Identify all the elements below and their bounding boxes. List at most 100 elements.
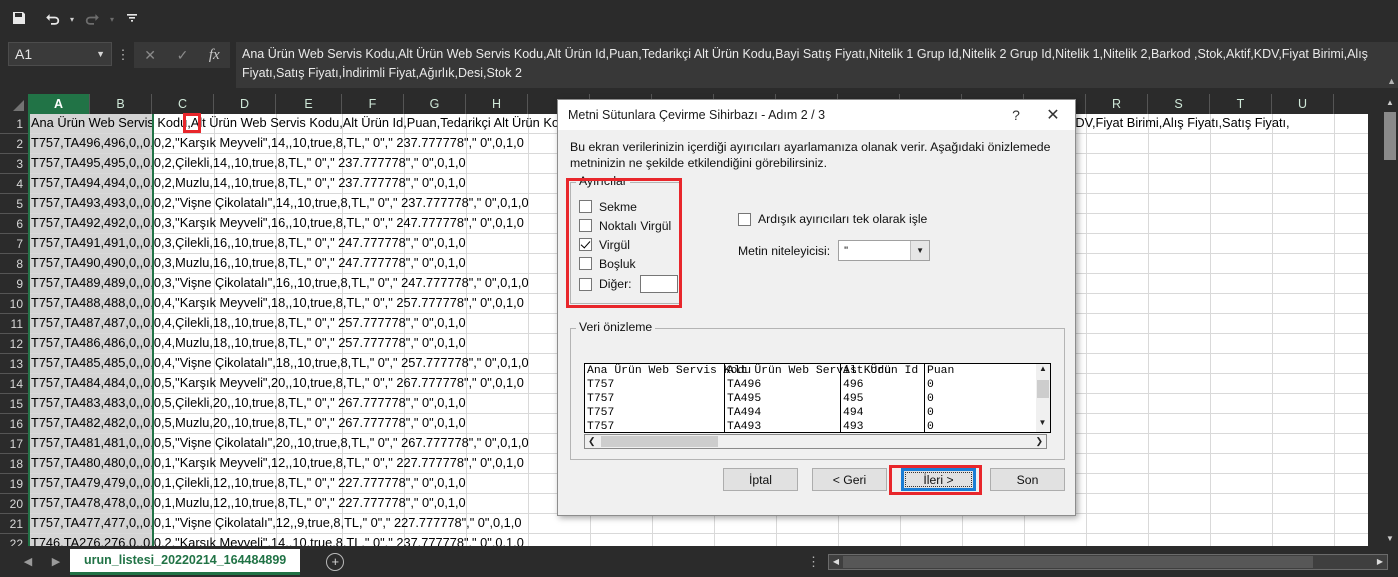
row-header-9[interactable]: 9 <box>0 274 28 294</box>
column-header-c[interactable]: C <box>152 94 214 114</box>
data-preview-table[interactable]: Ana Ürün Web Servis Kodu Alt Ürün Web Ser… <box>584 363 1046 433</box>
undo-dropdown-icon[interactable]: ▾ <box>66 5 78 31</box>
confirm-formula-icon[interactable]: ✓ <box>177 47 189 64</box>
text-qualifier-select[interactable]: " ▼ <box>838 240 931 261</box>
horizontal-scrollbar[interactable]: ◀ ▶ <box>828 553 1388 570</box>
row-header-8[interactable]: 8 <box>0 254 28 274</box>
close-icon[interactable]: ✕ <box>1031 100 1075 130</box>
column-header-d[interactable]: D <box>214 94 276 114</box>
row-header-11[interactable]: 11 <box>0 314 28 334</box>
prev-sheet-icon[interactable]: ◀ <box>24 555 32 568</box>
table-row[interactable]: T746,TA276,276,0,,0,0,2,"Karşık Meyveli"… <box>28 534 1368 546</box>
next-sheet-icon[interactable]: ▶ <box>52 555 60 568</box>
scroll-down-icon[interactable]: ▼ <box>1382 530 1398 546</box>
delimiter-checkbox-0[interactable]: Sekme <box>579 197 678 216</box>
chevron-down-icon[interactable]: ▼ <box>910 241 930 260</box>
checkbox-box[interactable] <box>579 277 592 291</box>
row-header-1[interactable]: 1 <box>0 114 28 134</box>
row-header-13[interactable]: 13 <box>0 354 28 374</box>
row-header-21[interactable]: 21 <box>0 514 28 534</box>
preview-cell: T757 <box>587 407 615 419</box>
row-header-10[interactable]: 10 <box>0 294 28 314</box>
checkbox-box[interactable] <box>579 238 592 251</box>
column-header-e[interactable]: E <box>276 94 342 114</box>
row-header-18[interactable]: 18 <box>0 454 28 474</box>
preview-horizontal-thumb[interactable] <box>601 436 718 447</box>
column-header-g[interactable]: G <box>404 94 466 114</box>
dialog-button-geri[interactable]: < Geri <box>812 468 887 491</box>
row-header-14[interactable]: 14 <box>0 374 28 394</box>
column-header-a[interactable]: A <box>28 94 90 114</box>
delimiter-label: Diğer: <box>599 277 632 291</box>
checkbox-box[interactable] <box>579 257 592 270</box>
preview-scroll-left-icon[interactable]: ❮ <box>588 436 596 447</box>
row-header-5[interactable]: 5 <box>0 194 28 214</box>
row-header-4[interactable]: 4 <box>0 174 28 194</box>
checkbox-box[interactable] <box>579 200 592 213</box>
consecutive-delimiters-checkbox[interactable]: Ardışık ayırıcıları tek olarak işle <box>738 212 927 226</box>
undo-icon[interactable] <box>38 5 66 31</box>
row-header-7[interactable]: 7 <box>0 234 28 254</box>
delimiter-checkbox-1[interactable]: Noktalı Virgül <box>579 216 678 235</box>
add-sheet-icon[interactable]: + <box>326 552 345 571</box>
column-header-t[interactable]: T <box>1210 94 1272 114</box>
column-header-h[interactable]: H <box>466 94 528 114</box>
preview-scroll-down-icon[interactable]: ▼ <box>1036 418 1049 432</box>
row-header-16[interactable]: 16 <box>0 414 28 434</box>
preview-scroll-right-icon[interactable]: ❯ <box>1035 436 1043 447</box>
column-header-b[interactable]: B <box>90 94 152 114</box>
consecutive-delimiters-checkbox-box[interactable] <box>738 212 751 226</box>
delimiter-checkbox-4[interactable]: Diğer: <box>579 273 678 295</box>
dialog-button-son[interactable]: Son <box>990 468 1065 491</box>
expand-formula-bar-icon[interactable]: ▲ <box>1387 72 1396 88</box>
scroll-left-icon[interactable]: ◀ <box>829 557 843 566</box>
row-header-20[interactable]: 20 <box>0 494 28 514</box>
other-delimiter-input[interactable] <box>639 275 678 293</box>
column-header-u[interactable]: U <box>1272 94 1334 114</box>
column-header-r[interactable]: R <box>1086 94 1148 114</box>
preview-scroll-up-icon[interactable]: ▲ <box>1036 364 1050 378</box>
redo-icon[interactable] <box>78 5 106 31</box>
dialog-button-i̇ptal[interactable]: İptal <box>723 468 798 491</box>
scroll-up-icon[interactable]: ▲ <box>1382 94 1398 110</box>
vertical-scrollbar[interactable]: ▲ ▼ <box>1382 94 1398 546</box>
customize-toolbar-icon[interactable] <box>118 5 146 31</box>
cell-text: T757,TA480,480,0,,0,0,1,"Karşık Meyveli"… <box>31 455 524 470</box>
row-header-17[interactable]: 17 <box>0 434 28 454</box>
scroll-right-icon[interactable]: ▶ <box>1373 557 1387 566</box>
preview-vertical-thumb[interactable] <box>1037 380 1049 398</box>
dialog-button-i̇leri[interactable]: İleri > <box>901 468 976 491</box>
checkbox-box[interactable] <box>579 219 592 232</box>
row-header-2[interactable]: 2 <box>0 134 28 154</box>
cancel-formula-icon[interactable]: ✕ <box>144 47 156 64</box>
formula-input[interactable]: Ana Ürün Web Servis Kodu,Alt Ürün Web Se… <box>236 42 1398 88</box>
table-row[interactable]: T757,TA477,477,0,,0,0,1,"Vişne Çikolatal… <box>28 514 1368 534</box>
row-header-19[interactable]: 19 <box>0 474 28 494</box>
name-box[interactable]: A1 ▼ <box>8 42 112 66</box>
row-header-6[interactable]: 6 <box>0 214 28 234</box>
preview-cell: 494 <box>843 407 864 419</box>
horizontal-scroll-thumb[interactable] <box>843 555 1313 568</box>
sheet-tab-active[interactable]: urun_listesi_20220214_164484899 <box>70 548 301 575</box>
preview-cell: T757 <box>587 379 615 391</box>
name-box-overflow-icon[interactable]: ⋮ <box>112 42 134 68</box>
preview-vertical-scrollbar[interactable]: ▲ ▼ <box>1036 363 1051 433</box>
vertical-scroll-thumb[interactable] <box>1384 112 1396 160</box>
insert-function-icon[interactable]: fx <box>209 47 220 64</box>
redo-dropdown-icon[interactable]: ▾ <box>106 5 118 31</box>
row-header-12[interactable]: 12 <box>0 334 28 354</box>
save-icon[interactable] <box>5 5 33 31</box>
column-header-s[interactable]: S <box>1148 94 1210 114</box>
delimiter-checkbox-3[interactable]: Boşluk <box>579 254 678 273</box>
preview-data-row: T757 TA496 496 0 <box>585 378 1045 392</box>
status-overflow-icon[interactable]: ⋮ <box>807 554 820 570</box>
select-all-corner[interactable] <box>0 94 28 114</box>
row-header-3[interactable]: 3 <box>0 154 28 174</box>
chevron-down-icon[interactable]: ▼ <box>96 49 105 59</box>
delimiter-checkbox-2[interactable]: Virgül <box>579 235 678 254</box>
dialog-title-bar[interactable]: Metni Sütunlara Çevirme Sihirbazı - Adım… <box>558 100 1075 130</box>
preview-horizontal-scrollbar[interactable]: ❮ ❯ <box>584 434 1047 449</box>
column-header-f[interactable]: F <box>342 94 404 114</box>
row-header-15[interactable]: 15 <box>0 394 28 414</box>
help-icon[interactable]: ? <box>1001 107 1031 123</box>
